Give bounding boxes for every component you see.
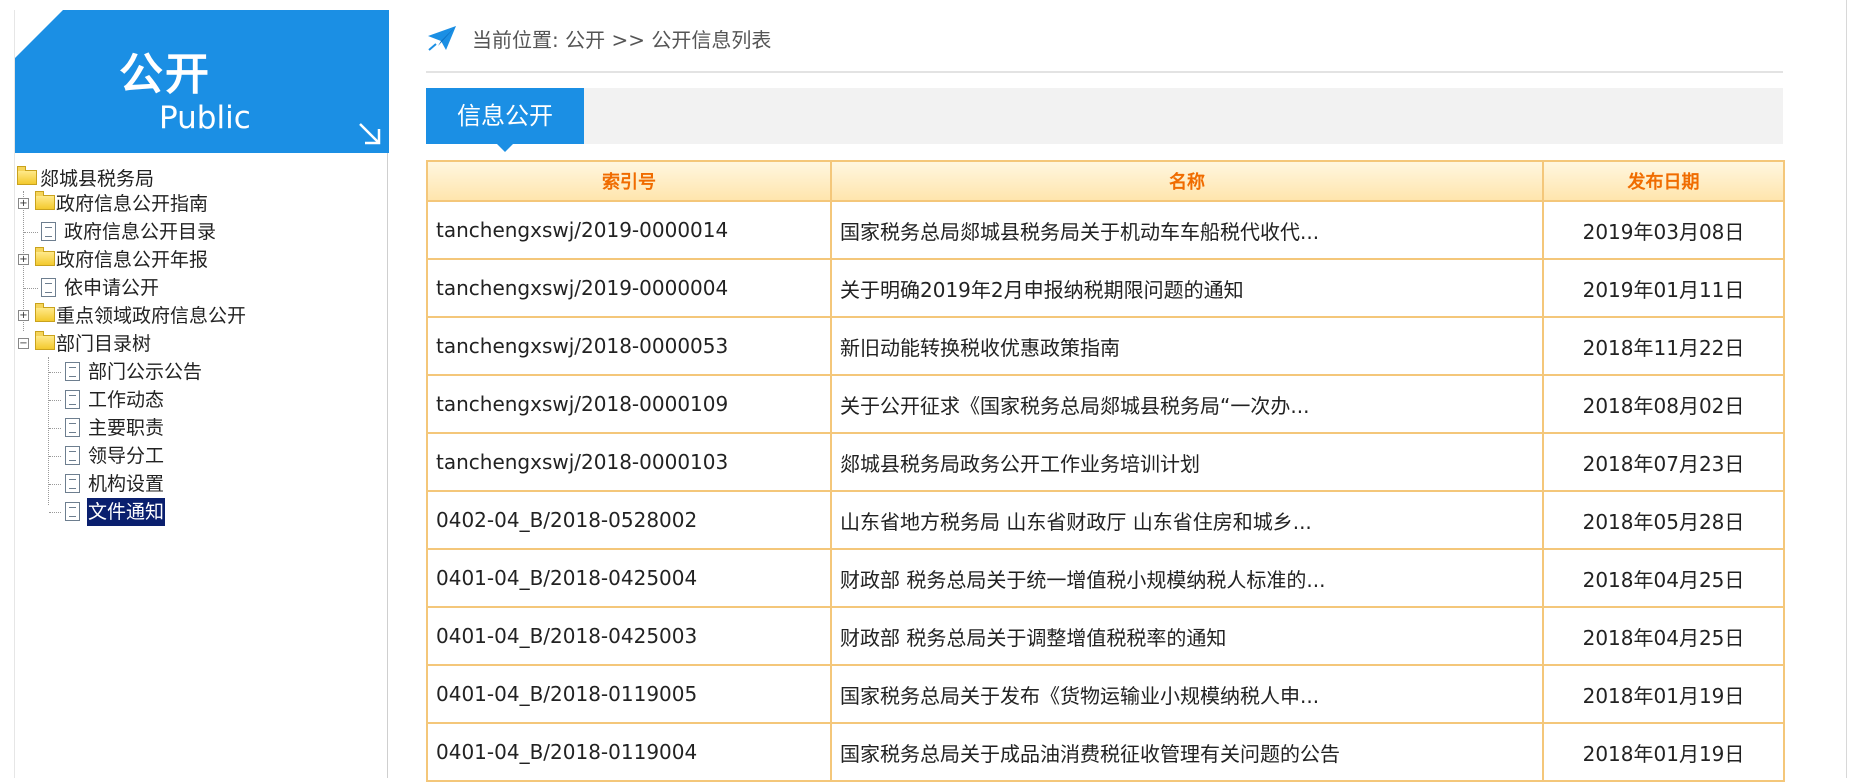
expand-icon[interactable]: + (18, 310, 29, 321)
tree-item-label: 依申请公开 (64, 277, 160, 299)
column-header-index: 索引号 (426, 160, 832, 202)
table-row: 0401-04_B/2018-0119005 国家税务总局关于发布《货物运输业小… (426, 664, 1785, 724)
info-table: 索引号 名称 发布日期 tanchengxswj/2019-0000014 国家… (426, 160, 1785, 782)
document-icon (65, 474, 80, 493)
table-row: tanchengxswj/2019-0000004 关于明确2019年2月申报纳… (426, 258, 1785, 318)
breadcrumb-text: 当前位置: 公开 >> 公开信息列表 (472, 28, 772, 52)
tab-bar: 信息公开 (426, 88, 1783, 152)
title-link[interactable]: 关于公开征求《国家税务总局郯城县税务局“一次办... (830, 374, 1544, 434)
tab-info-public[interactable]: 信息公开 (426, 88, 584, 152)
date-cell: 2019年03月08日 (1542, 200, 1785, 260)
table-row: tanchengxswj/2019-0000014 国家税务总局郯城县税务局关于… (426, 200, 1785, 260)
page-edge (1846, 0, 1847, 778)
table-row: 0401-04_B/2018-0119004 国家税务总局关于成品油消费税征收管… (426, 722, 1785, 782)
document-icon (65, 362, 80, 381)
tree-item-label: 重点领域政府信息公开 (56, 305, 247, 327)
tree-item-label: 政府信息公开目录 (64, 221, 217, 243)
tree-item-label: 政府信息公开年报 (56, 249, 209, 271)
collapse-icon[interactable]: − (18, 338, 29, 349)
title-link[interactable]: 新旧动能转换税收优惠政策指南 (830, 316, 1544, 376)
date-cell: 2018年04月25日 (1542, 606, 1785, 666)
table-row: 0401-04_B/2018-0425004 财政部 税务总局关于统一增值税小规… (426, 548, 1785, 608)
section-banner: 公开 Public (15, 10, 389, 153)
title-link[interactable]: 山东省地方税务局 山东省财政厅 山东省住房和城乡... (830, 490, 1544, 550)
index-cell: tanchengxswj/2018-0000103 (426, 432, 832, 492)
expand-icon[interactable]: + (18, 254, 29, 265)
date-cell: 2018年01月19日 (1542, 664, 1785, 724)
index-cell: 0402-04_B/2018-0528002 (426, 490, 832, 550)
folder-icon (35, 303, 55, 322)
title-link[interactable]: 财政部 税务总局关于统一增值税小规模纳税人标准的... (830, 548, 1544, 608)
title-link[interactable]: 郯城县税务局政务公开工作业务培训计划 (830, 432, 1544, 492)
table-row: 0402-04_B/2018-0528002 山东省地方税务局 山东省财政厅 山… (426, 490, 1785, 550)
document-icon (41, 278, 56, 297)
table-row: tanchengxswj/2018-0000103 郯城县税务局政务公开工作业务… (426, 432, 1785, 492)
tree-connector (48, 357, 49, 505)
table-row: tanchengxswj/2018-0000053 新旧动能转换税收优惠政策指南… (426, 316, 1785, 376)
table-header-row: 索引号 名称 发布日期 (426, 160, 1785, 202)
tree-item-label: 部门目录树 (56, 333, 152, 355)
index-cell: 0401-04_B/2018-0425004 (426, 548, 832, 608)
title-link[interactable]: 国家税务总局关于发布《货物运输业小规模纳税人申... (830, 664, 1544, 724)
index-cell: tanchengxswj/2018-0000053 (426, 316, 832, 376)
column-header-date: 发布日期 (1542, 160, 1785, 202)
divider (426, 71, 1783, 73)
section-subtitle: Public (159, 100, 251, 136)
index-cell: tanchengxswj/2019-0000014 (426, 200, 832, 260)
index-cell: 0401-04_B/2018-0425003 (426, 606, 832, 666)
index-cell: tanchengxswj/2018-0000109 (426, 374, 832, 434)
folder-icon (17, 166, 37, 185)
document-icon (65, 390, 80, 409)
document-icon (65, 502, 80, 521)
expand-icon[interactable]: + (18, 198, 29, 209)
title-link[interactable]: 国家税务总局关于成品油消费税征收管理有关问题的公告 (830, 722, 1544, 782)
paper-plane-icon (428, 26, 456, 51)
folder-icon (35, 247, 55, 266)
left-panel: 公开 Public 郯城县税务局 + 政府信息公开指南 政府信息公开目录 + 政… (14, 10, 389, 778)
tree-root-label: 郯城县税务局 (40, 168, 155, 190)
date-cell: 2019年01月11日 (1542, 258, 1785, 318)
date-cell: 2018年04月25日 (1542, 548, 1785, 608)
index-cell: 0401-04_B/2018-0119004 (426, 722, 832, 782)
section-title: 公开 (119, 49, 211, 100)
arrow-down-right-icon (359, 123, 381, 145)
folder-icon (35, 191, 55, 210)
date-cell: 2018年05月28日 (1542, 490, 1785, 550)
date-cell: 2018年01月19日 (1542, 722, 1785, 782)
date-cell: 2018年11月22日 (1542, 316, 1785, 376)
table-row: tanchengxswj/2018-0000109 关于公开征求《国家税务总局郯… (426, 374, 1785, 434)
document-icon (41, 222, 56, 241)
title-link[interactable]: 关于明确2019年2月申报纳税期限问题的通知 (830, 258, 1544, 318)
tree-item-label: 政府信息公开指南 (56, 193, 209, 215)
index-cell: 0401-04_B/2018-0119005 (426, 664, 832, 724)
date-cell: 2018年08月02日 (1542, 374, 1785, 434)
column-header-name: 名称 (830, 160, 1544, 202)
tree-child-label: 领导分工 (88, 445, 165, 467)
tree-child-label: 部门公示公告 (88, 361, 203, 383)
document-icon (65, 418, 80, 437)
tree-child-label: 主要职责 (88, 417, 165, 439)
index-cell: tanchengxswj/2019-0000004 (426, 258, 832, 318)
table-row: 0401-04_B/2018-0425003 财政部 税务总局关于调整增值税税率… (426, 606, 1785, 666)
title-link[interactable]: 国家税务总局郯城县税务局关于机动车车船税代收代... (830, 200, 1544, 260)
tree-child-label: 工作动态 (88, 389, 165, 411)
tree-child-label: 机构设置 (88, 473, 165, 495)
title-link[interactable]: 财政部 税务总局关于调整增值税税率的通知 (830, 606, 1544, 666)
folder-icon (35, 331, 55, 350)
date-cell: 2018年07月23日 (1542, 432, 1785, 492)
document-icon (65, 446, 80, 465)
tree-child-label: 文件通知 (87, 498, 166, 526)
